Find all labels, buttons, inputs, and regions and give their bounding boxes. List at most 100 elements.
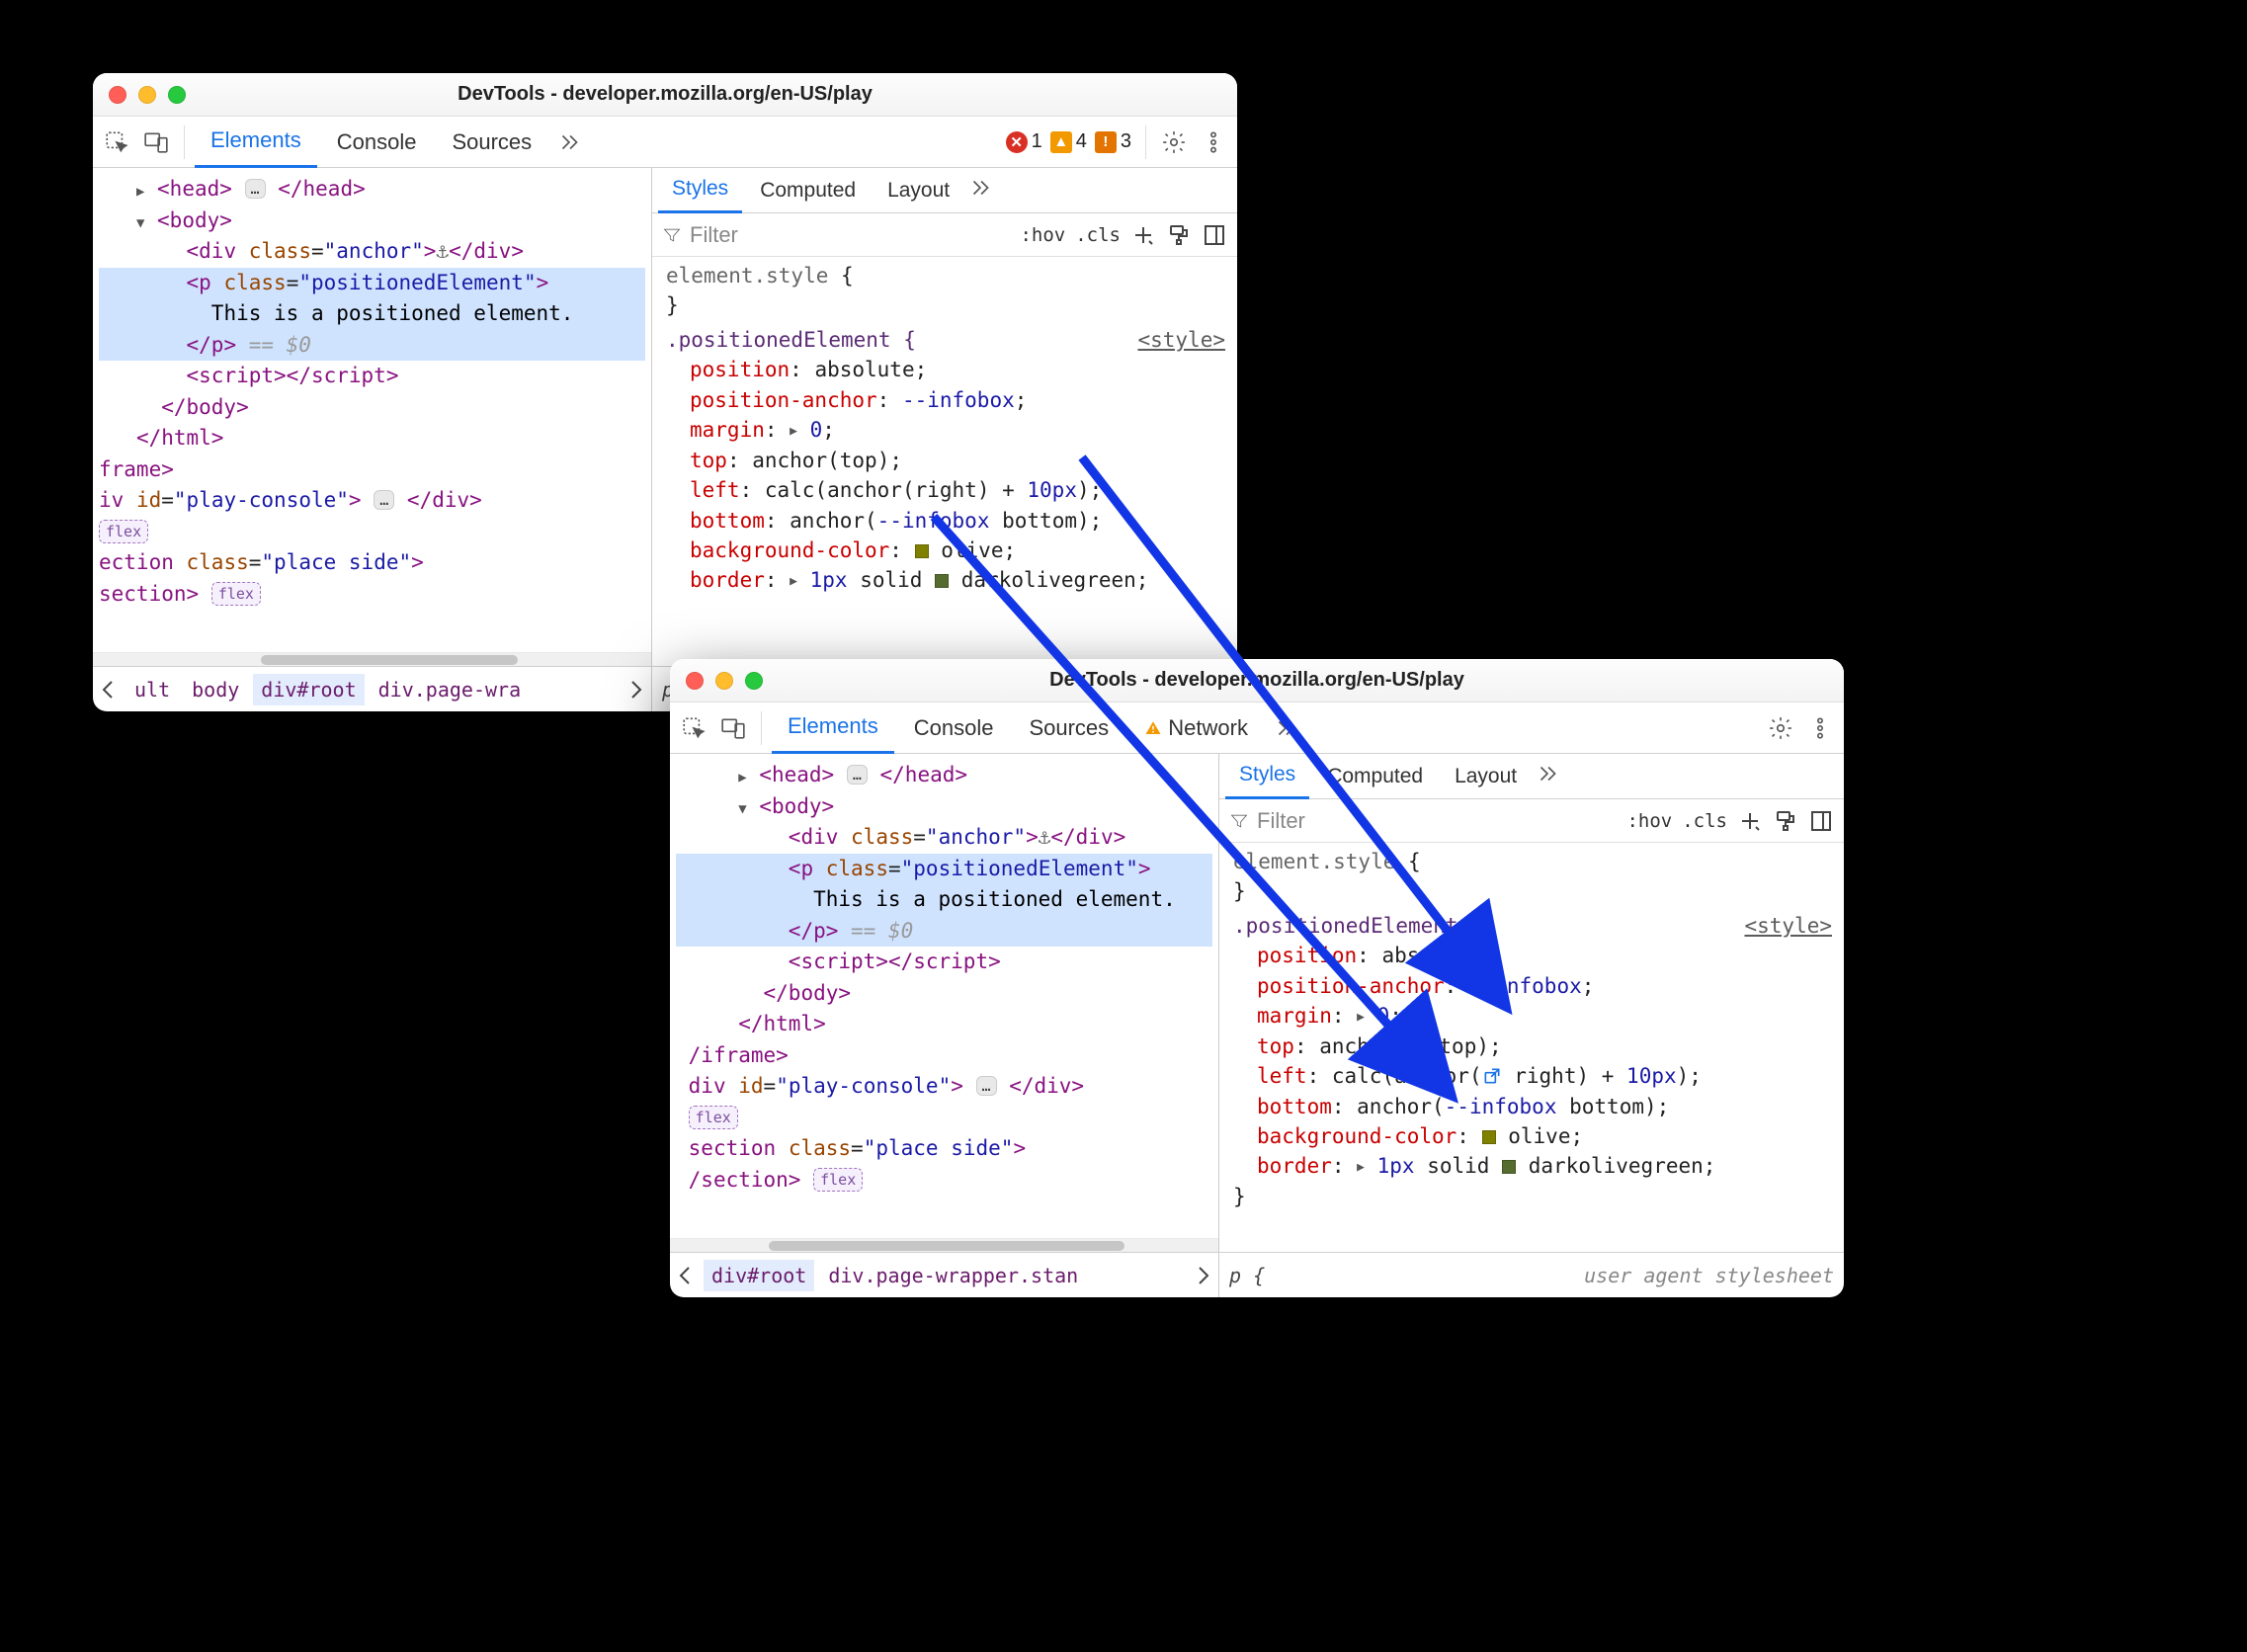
flex-badge[interactable]: flex: [813, 1168, 863, 1193]
more-tabs-chevron-icon[interactable]: [1268, 710, 1303, 746]
breadcrumb-item[interactable]: div.page-wrapper.stan: [820, 1260, 1086, 1291]
dom-node-p-end: </p> == $0: [676, 916, 1212, 948]
devtools-window-a: DevTools - developer.mozilla.org/en-US/p…: [93, 73, 1237, 711]
more-styles-tabs-icon[interactable]: [1535, 761, 1560, 792]
color-swatch-olive[interactable]: [1482, 1130, 1496, 1144]
horizontal-scrollbar[interactable]: [93, 652, 651, 666]
filter-input[interactable]: Filter: [662, 222, 1010, 248]
scrollbar-thumb[interactable]: [261, 655, 518, 665]
tab-sources[interactable]: Sources: [1013, 702, 1124, 754]
warning-badge-icon: ▲: [1050, 131, 1072, 153]
dom-tree-pane[interactable]: ▶ <head> … </head> ▼ <body> <div class="…: [670, 754, 1219, 1297]
style-source-link[interactable]: <style>: [1744, 911, 1832, 941]
more-tabs-chevron-icon[interactable]: [551, 124, 587, 160]
dom-node-html-close: </html>: [99, 423, 651, 454]
styles-tab-layout[interactable]: Layout: [1441, 754, 1531, 799]
ua-rule-selector: p {: [1229, 1264, 1265, 1287]
hov-button[interactable]: :hov: [1020, 224, 1065, 246]
ellipsis-icon[interactable]: …: [976, 1076, 997, 1096]
new-style-rule-icon[interactable]: [1737, 808, 1763, 834]
tab-elements[interactable]: Elements: [772, 702, 894, 754]
paint-icon[interactable]: [1166, 222, 1192, 248]
style-source-link[interactable]: <style>: [1137, 325, 1225, 355]
anchor-icon: ⚓: [436, 239, 449, 263]
inspect-element-icon[interactable]: [676, 710, 711, 746]
dom-node-body: ▼ <body>: [676, 791, 1218, 823]
styles-tabs: Styles Computed Layout: [652, 168, 1237, 213]
device-toggle-icon[interactable]: [138, 124, 174, 160]
device-toggle-icon[interactable]: [715, 710, 751, 746]
new-style-rule-icon[interactable]: [1130, 222, 1156, 248]
styles-tab-computed[interactable]: Computed: [746, 168, 870, 213]
ellipsis-icon[interactable]: …: [374, 490, 394, 510]
error-count: 1: [1032, 130, 1042, 153]
tab-console[interactable]: Console: [321, 117, 433, 168]
tab-sources[interactable]: Sources: [436, 117, 547, 168]
breadcrumb-prev-icon[interactable]: [97, 678, 121, 702]
kebab-menu-icon[interactable]: [1802, 710, 1838, 746]
styles-tab-computed[interactable]: Computed: [1313, 754, 1437, 799]
hov-button[interactable]: :hov: [1626, 810, 1672, 832]
tab-network[interactable]: Network: [1128, 702, 1264, 754]
breadcrumb-item[interactable]: div#root: [253, 674, 364, 705]
breadcrumb-item[interactable]: body: [184, 674, 247, 705]
breadcrumb-item[interactable]: div#root: [704, 1260, 814, 1291]
anchor-link-icon[interactable]: [1407, 1034, 1427, 1054]
dom-tree[interactable]: ▶ <head> … </head> ▼ <body> <div class="…: [93, 168, 651, 652]
dom-node-head: ▶ <head> … </head>: [676, 760, 1218, 791]
breadcrumb-item[interactable]: ult: [126, 674, 178, 705]
computed-sidebar-icon[interactable]: [1202, 222, 1227, 248]
ellipsis-icon[interactable]: …: [245, 179, 266, 199]
filter-input[interactable]: Filter: [1229, 808, 1617, 834]
kebab-menu-icon[interactable]: [1196, 124, 1231, 160]
styles-tab-styles[interactable]: Styles: [658, 168, 742, 213]
paint-icon[interactable]: [1773, 808, 1798, 834]
breadcrumb-item[interactable]: div.page-wra: [371, 674, 530, 705]
cls-button[interactable]: .cls: [1075, 224, 1121, 246]
color-swatch-darkolivegreen[interactable]: [1502, 1160, 1516, 1174]
flex-badge[interactable]: flex: [211, 582, 261, 607]
dom-tree[interactable]: ▶ <head> … </head> ▼ <body> <div class="…: [670, 754, 1218, 1238]
warning-count: 4: [1076, 130, 1087, 153]
breadcrumb-prev-icon[interactable]: [674, 1264, 698, 1287]
more-styles-tabs-icon[interactable]: [967, 175, 993, 206]
cls-button[interactable]: .cls: [1682, 810, 1727, 832]
dom-tree-pane[interactable]: ▶ <head> … </head> ▼ <body> <div class="…: [93, 168, 652, 711]
flex-badge[interactable]: flex: [689, 1106, 738, 1130]
anchor-icon: ⚓: [1039, 825, 1051, 849]
dom-node-p-text: This is a positioned element.: [99, 298, 645, 330]
styles-tab-styles[interactable]: Styles: [1225, 754, 1309, 799]
anchor-link-icon[interactable]: [1482, 1064, 1502, 1084]
settings-gear-icon[interactable]: [1156, 124, 1192, 160]
styles-rules[interactable]: element.style { } <style> .positionedEle…: [652, 257, 1237, 666]
styles-rules[interactable]: element.style { } <style> .positionedEle…: [1219, 843, 1844, 1252]
dom-node-body-close: </body>: [676, 978, 1218, 1010]
breadcrumb-next-icon[interactable]: [624, 678, 647, 702]
dom-node-body: ▼ <body>: [99, 206, 651, 237]
ellipsis-icon[interactable]: …: [847, 765, 868, 785]
css-rule-positionedElement: <style> .positionedElement { position: a…: [1233, 911, 1838, 1211]
tab-elements[interactable]: Elements: [195, 117, 317, 168]
horizontal-scrollbar[interactable]: [670, 1238, 1218, 1252]
color-swatch-olive[interactable]: [915, 544, 929, 558]
styles-pane: Styles Computed Layout Filter :hov .cls …: [652, 168, 1237, 711]
breadcrumb[interactable]: ult body div#root div.page-wra: [93, 666, 651, 711]
tab-console[interactable]: Console: [898, 702, 1010, 754]
dom-node-div-anchor: <div class="anchor">⚓</div>: [676, 822, 1218, 854]
styles-tab-layout[interactable]: Layout: [874, 168, 963, 213]
dom-node-p: <p class="positionedElement">: [99, 268, 645, 299]
breadcrumb[interactable]: div#root div.page-wrapper.stan: [670, 1252, 1218, 1297]
dom-node-iframe-end: /iframe>: [676, 1040, 1218, 1072]
settings-gear-icon[interactable]: [1763, 710, 1798, 746]
scrollbar-thumb[interactable]: [769, 1241, 1124, 1251]
dom-node-p-end: </p> == $0: [99, 330, 645, 362]
inspect-element-icon[interactable]: [99, 124, 134, 160]
flex-badge[interactable]: flex: [99, 520, 148, 544]
color-swatch-darkolivegreen[interactable]: [935, 574, 949, 588]
computed-sidebar-icon[interactable]: [1808, 808, 1834, 834]
issues-badges[interactable]: ✕1 ▲4 !3: [1006, 130, 1131, 153]
main-toolbar: Elements Console Sources Network: [670, 702, 1844, 754]
dom-node-p-text: This is a positioned element.: [676, 884, 1212, 916]
breadcrumb-next-icon[interactable]: [1191, 1264, 1214, 1287]
window-title: DevTools - developer.mozilla.org/en-US/p…: [670, 669, 1844, 692]
